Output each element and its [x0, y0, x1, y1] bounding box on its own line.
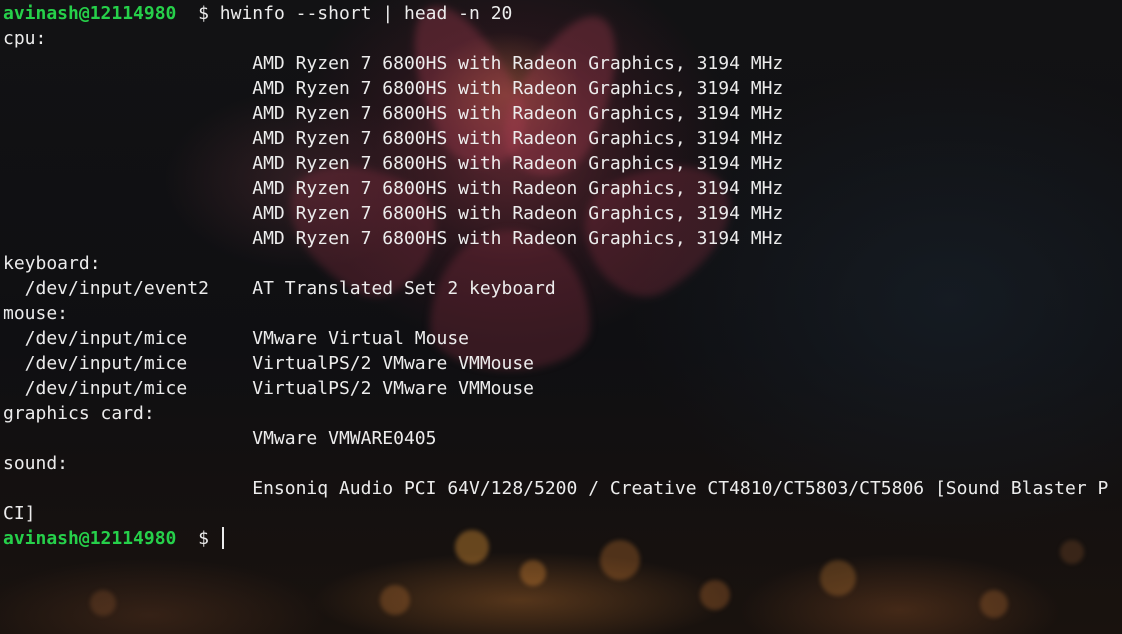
output-line: mouse:: [3, 303, 69, 324]
prompt-symbol: $: [198, 3, 209, 24]
prompt-symbol: $: [198, 528, 209, 549]
output-line: AMD Ryzen 7 6800HS with Radeon Graphics,…: [3, 103, 784, 124]
output-line: graphics card:: [3, 403, 155, 424]
output-line: cpu:: [3, 28, 47, 49]
output-line: AMD Ryzen 7 6800HS with Radeon Graphics,…: [3, 53, 784, 74]
output-line: /dev/input/mice VMware Virtual Mouse: [3, 328, 469, 349]
output-line: /dev/input/event2 AT Translated Set 2 ke…: [3, 278, 556, 299]
output-line: /dev/input/mice VirtualPS/2 VMware VMMou…: [3, 378, 535, 399]
command-text: hwinfo --short | head -n 20: [219, 3, 513, 24]
output-line: AMD Ryzen 7 6800HS with Radeon Graphics,…: [3, 203, 784, 224]
output-line: sound:: [3, 453, 69, 474]
active-prompt-line[interactable]: avinash@12114980 $: [3, 526, 1108, 551]
wallpaper-bokeh-light: [380, 585, 410, 615]
output-line: AMD Ryzen 7 6800HS with Radeon Graphics,…: [3, 228, 784, 249]
output-line: keyboard:: [3, 253, 101, 274]
wallpaper-bokeh-light: [90, 590, 116, 616]
output-line: CI]: [3, 503, 36, 524]
output-line: AMD Ryzen 7 6800HS with Radeon Graphics,…: [3, 153, 784, 174]
wallpaper-bokeh-light: [520, 560, 546, 586]
wallpaper-bokeh-light: [820, 560, 856, 596]
output-line: AMD Ryzen 7 6800HS with Radeon Graphics,…: [3, 128, 784, 149]
output-line: AMD Ryzen 7 6800HS with Radeon Graphics,…: [3, 178, 784, 199]
output-line: AMD Ryzen 7 6800HS with Radeon Graphics,…: [3, 78, 784, 99]
prompt-user-host: avinash@12114980: [3, 528, 177, 549]
prompt-user-host: avinash@12114980: [3, 3, 177, 24]
text-cursor[interactable]: [221, 527, 224, 549]
output-line: VMware VMWARE0405: [3, 428, 437, 449]
terminal-window[interactable]: avinash@12114980 $ hwinfo --short | head…: [0, 0, 1122, 634]
wallpaper-bokeh-light: [980, 590, 1008, 618]
command-line: avinash@12114980 $ hwinfo --short | head…: [3, 1, 1108, 26]
terminal-output: avinash@12114980 $ hwinfo --short | head…: [3, 1, 1108, 551]
wallpaper-bokeh-light: [700, 580, 730, 610]
output-line: /dev/input/mice VirtualPS/2 VMware VMMou…: [3, 353, 535, 374]
output-line: Ensoniq Audio PCI 64V/128/5200 / Creativ…: [3, 478, 1109, 499]
